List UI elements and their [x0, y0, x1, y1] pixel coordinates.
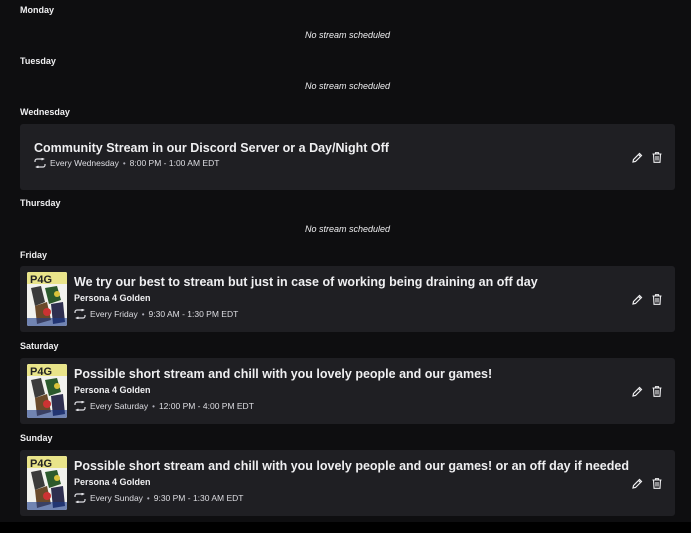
separator-dot: • [141, 309, 145, 319]
no-stream-tuesday: No stream scheduled [304, 81, 391, 91]
segment-actions [631, 151, 663, 163]
day-label-wednesday: Wednesday [20, 107, 70, 117]
segment-repeat: Every Sunday [90, 493, 143, 503]
delete-button[interactable] [651, 293, 663, 305]
svg-text:P4G: P4G [30, 366, 52, 378]
trash-icon [652, 477, 662, 489]
day-label-saturday: Saturday [20, 341, 59, 351]
delete-button[interactable] [651, 385, 663, 397]
persona-4-golden-box-art: P4G [27, 272, 67, 326]
segment-title: We try our best to stream but just in ca… [74, 275, 538, 289]
repeat-icon [74, 309, 86, 319]
persona-4-golden-box-art: P4G [27, 364, 67, 418]
day-label-friday: Friday [20, 250, 48, 260]
edit-button[interactable] [631, 151, 643, 163]
persona-4-golden-box-art: P4G [27, 456, 67, 510]
segment-time: 12:00 PM - 4:00 PM EDT [158, 401, 254, 411]
day-label-sunday: Sunday [20, 433, 53, 443]
schedule-segment-sunday: P4G Possible short stream and chill with… [20, 450, 675, 516]
edit-button[interactable] [631, 385, 643, 397]
segment-actions [631, 477, 663, 489]
no-stream-thursday: No stream scheduled [304, 224, 391, 234]
schedule-segment-friday: P4G We try our best to stream but just i… [20, 266, 675, 332]
svg-text:P4G: P4G [30, 458, 52, 470]
separator-dot: • [146, 493, 150, 503]
segment-title: Community Stream in our Discord Server o… [34, 141, 389, 155]
pencil-icon [631, 152, 642, 163]
svg-text:P4G: P4G [30, 274, 52, 286]
day-label-monday: Monday [20, 5, 55, 15]
separator-dot: • [122, 158, 126, 168]
segment-time: 8:00 PM - 1:00 AM EDT [129, 158, 220, 168]
segment-repeat: Every Saturday [90, 401, 149, 411]
segment-time: 9:30 PM - 1:30 AM EDT [153, 493, 244, 503]
bottom-bar [0, 522, 691, 533]
day-label-thursday: Thursday [20, 198, 61, 208]
schedule-page: Monday No stream scheduled Tuesday No st… [0, 0, 691, 533]
trash-icon [652, 293, 662, 305]
trash-icon [652, 385, 662, 397]
edit-button[interactable] [631, 477, 643, 489]
segment-time: 9:30 AM - 1:30 PM EDT [148, 309, 239, 319]
segment-title: Possible short stream and chill with you… [74, 459, 629, 473]
segment-meta: Every Saturday • 12:00 PM - 4:00 PM EDT [74, 401, 254, 411]
segment-meta: Every Sunday • 9:30 PM - 1:30 AM EDT [74, 493, 244, 503]
schedule-segment-saturday: P4G Possible short stream and chill with… [20, 358, 675, 424]
segment-meta: Every Friday • 9:30 AM - 1:30 PM EDT [74, 309, 238, 319]
segment-meta: Every Wednesday • 8:00 PM - 1:00 AM EDT [34, 158, 219, 168]
segment-repeat: Every Friday [90, 309, 138, 319]
day-label-tuesday: Tuesday [20, 56, 56, 66]
separator-dot: • [152, 401, 155, 411]
segment-actions [631, 385, 663, 397]
segment-game: Persona 4 Golden [74, 385, 151, 395]
segment-game: Persona 4 Golden [74, 293, 151, 303]
edit-button[interactable] [631, 293, 643, 305]
repeat-icon [34, 158, 46, 168]
segment-actions [631, 293, 663, 305]
repeat-icon [74, 401, 86, 411]
segment-title: Possible short stream and chill with you… [74, 367, 493, 381]
pencil-icon [631, 478, 642, 489]
delete-button[interactable] [651, 151, 663, 163]
schedule-segment-wednesday: Community Stream in our Discord Server o… [20, 124, 675, 190]
pencil-icon [631, 386, 642, 397]
trash-icon [652, 151, 662, 163]
pencil-icon [631, 294, 642, 305]
no-stream-monday: No stream scheduled [304, 30, 391, 40]
delete-button[interactable] [651, 477, 663, 489]
segment-game: Persona 4 Golden [74, 477, 151, 487]
segment-repeat: Every Wednesday [50, 158, 119, 168]
repeat-icon [74, 493, 86, 503]
